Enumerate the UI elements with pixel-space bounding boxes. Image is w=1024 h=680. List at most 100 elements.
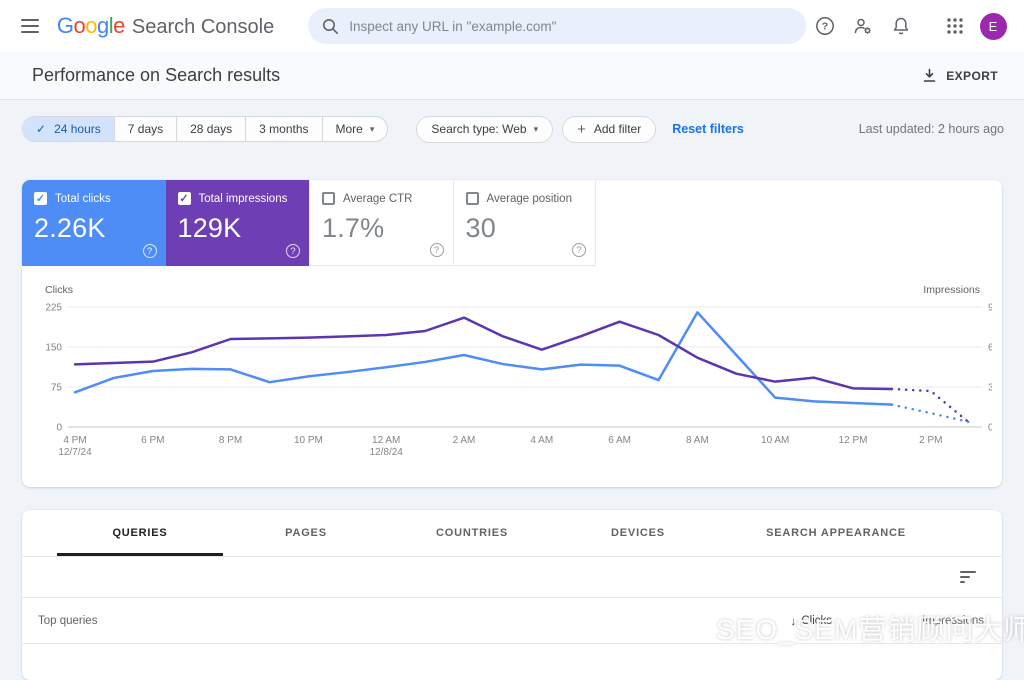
performance-summary-panel: ✓ Total clicks 2.26K ? ✓ Total impressio… bbox=[22, 180, 1002, 487]
date-range-28-days[interactable]: 28 days bbox=[177, 117, 247, 141]
date-range-more[interactable]: More ▾ bbox=[323, 117, 388, 141]
google-logo: Google bbox=[56, 13, 126, 38]
help-icon[interactable]: ? bbox=[429, 243, 444, 257]
tab-search-appearance[interactable]: SEARCH APPEARANCE bbox=[721, 510, 951, 556]
checkbox-icon[interactable] bbox=[465, 192, 479, 205]
metric-label: Average position bbox=[486, 192, 572, 205]
metric-cards: ✓ Total clicks 2.26K ? ✓ Total impressio… bbox=[22, 180, 1002, 266]
svg-text:0: 0 bbox=[56, 423, 62, 434]
chevron-down-icon: ▾ bbox=[533, 123, 539, 134]
date-range-24-hours[interactable]: ✓ 24 hours bbox=[23, 117, 115, 141]
svg-text:3K: 3K bbox=[988, 383, 992, 394]
svg-text:4 PM: 4 PM bbox=[63, 435, 86, 446]
tab-pages[interactable]: PAGES bbox=[223, 510, 389, 556]
chevron-down-icon: ▾ bbox=[369, 123, 375, 134]
svg-text:Impressions: Impressions bbox=[923, 284, 980, 296]
svg-text:6 PM: 6 PM bbox=[141, 435, 164, 446]
metric-card-average-position[interactable]: Average position 30 ? bbox=[452, 180, 596, 266]
svg-text:2 PM: 2 PM bbox=[919, 435, 942, 446]
metric-card-average-ctr[interactable]: Average CTR 1.7% ? bbox=[309, 180, 453, 266]
metric-value: 2.26K bbox=[34, 213, 106, 243]
svg-text:150: 150 bbox=[45, 343, 62, 354]
help-icon: ? bbox=[816, 17, 834, 35]
help-icon[interactable]: ? bbox=[142, 244, 157, 258]
dimensions-panel: QUERIES PAGES COUNTRIES DEVICES SEARCH A… bbox=[22, 510, 1024, 680]
metric-card-total-clicks[interactable]: ✓ Total clicks 2.26K ? bbox=[22, 180, 166, 266]
checkbox-icon[interactable]: ✓ bbox=[177, 192, 191, 205]
search-input[interactable] bbox=[349, 18, 792, 34]
svg-text:9K: 9K bbox=[988, 303, 992, 314]
dimension-tabs: QUERIES PAGES COUNTRIES DEVICES SEARCH A… bbox=[22, 510, 1002, 557]
tab-devices[interactable]: DEVICES bbox=[555, 510, 721, 556]
account-avatar[interactable]: E bbox=[974, 7, 1012, 45]
help-icon[interactable]: ? bbox=[286, 244, 300, 258]
date-range-3-months[interactable]: 3 months bbox=[246, 117, 323, 141]
svg-text:75: 75 bbox=[51, 383, 63, 394]
url-inspect-searchbar[interactable] bbox=[308, 8, 806, 44]
date-range-group: ✓ 24 hours 7 days 28 days 3 months More … bbox=[22, 116, 389, 142]
bell-icon bbox=[893, 17, 909, 35]
column-clicks-sorted[interactable]: ↓ Clicks bbox=[790, 614, 832, 628]
date-range-7-days[interactable]: 7 days bbox=[115, 117, 178, 141]
svg-text:?: ? bbox=[822, 21, 828, 33]
svg-text:10 PM: 10 PM bbox=[294, 435, 323, 446]
svg-text:Clicks: Clicks bbox=[45, 284, 73, 296]
svg-text:10 AM: 10 AM bbox=[761, 435, 789, 446]
date-range-label: More bbox=[335, 122, 363, 136]
user-settings-button[interactable] bbox=[844, 7, 882, 45]
svg-text:4 AM: 4 AM bbox=[530, 435, 553, 446]
tab-countries[interactable]: COUNTRIES bbox=[389, 510, 555, 556]
metric-label: Total clicks bbox=[55, 192, 111, 205]
plus-icon: + bbox=[577, 120, 586, 138]
add-filter-button[interactable]: + Add filter bbox=[562, 115, 657, 143]
table-header: Top queries ↓ Clicks Impressions bbox=[22, 598, 1002, 644]
svg-text:12 AM: 12 AM bbox=[372, 435, 400, 446]
column-clicks-label: Clicks bbox=[801, 614, 832, 627]
column-impressions[interactable]: Impressions bbox=[877, 615, 1002, 627]
svg-text:0: 0 bbox=[988, 423, 992, 434]
filter-list-icon[interactable] bbox=[960, 571, 976, 583]
svg-text:6K: 6K bbox=[988, 343, 992, 354]
svg-text:225: 225 bbox=[45, 303, 62, 314]
metric-value: 1.7% bbox=[322, 213, 385, 243]
performance-chart[interactable]: 07515022503K6K9KClicksImpressions4 PM12/… bbox=[32, 280, 1001, 480]
svg-text:8 AM: 8 AM bbox=[686, 435, 709, 446]
export-button[interactable]: EXPORT bbox=[922, 68, 998, 83]
notifications-button[interactable] bbox=[882, 7, 920, 45]
top-app-bar: Google Search Console ? E bbox=[0, 0, 1024, 52]
svg-text:12 PM: 12 PM bbox=[839, 435, 868, 446]
add-filter-label: Add filter bbox=[593, 122, 642, 136]
search-type-label: Search type: Web bbox=[431, 122, 527, 136]
reset-filters-link[interactable]: Reset filters bbox=[672, 122, 744, 136]
metric-label: Total impressions bbox=[198, 192, 288, 205]
metric-value: 30 bbox=[465, 213, 496, 243]
checkbox-icon[interactable] bbox=[322, 192, 335, 205]
title-bar: Performance on Search results EXPORT bbox=[0, 52, 1024, 100]
svg-text:8 PM: 8 PM bbox=[219, 435, 242, 446]
download-icon bbox=[923, 68, 936, 82]
sort-descending-icon: ↓ bbox=[790, 613, 797, 628]
date-range-label: 28 days bbox=[190, 122, 233, 136]
google-apps-button[interactable] bbox=[936, 7, 974, 45]
avatar: E bbox=[979, 12, 1007, 40]
check-icon: ✓ bbox=[36, 122, 47, 136]
help-button[interactable]: ? bbox=[806, 7, 844, 45]
table-filter-row bbox=[22, 557, 1002, 598]
user-settings-icon bbox=[854, 18, 871, 34]
tab-queries[interactable]: QUERIES bbox=[57, 510, 223, 556]
checkbox-icon[interactable]: ✓ bbox=[34, 192, 47, 205]
search-type-filter[interactable]: Search type: Web ▾ bbox=[416, 115, 554, 143]
date-range-label: 3 months bbox=[259, 122, 309, 136]
svg-text:6 AM: 6 AM bbox=[608, 435, 631, 446]
metric-card-total-impressions[interactable]: ✓ Total impressions 129K ? bbox=[165, 180, 309, 266]
metric-label: Average CTR bbox=[343, 192, 413, 205]
apps-grid-icon bbox=[947, 18, 963, 34]
help-icon[interactable]: ? bbox=[572, 243, 586, 257]
page-title: Performance on Search results bbox=[32, 65, 281, 85]
hamburger-menu-icon[interactable] bbox=[12, 7, 49, 45]
product-logo: Google Search Console bbox=[57, 13, 274, 39]
filter-toolbar: ✓ 24 hours 7 days 28 days 3 months More … bbox=[0, 100, 1024, 158]
column-top-queries[interactable]: Top queries bbox=[38, 615, 97, 627]
last-updated-text: Last updated: 2 hours ago bbox=[858, 122, 1004, 136]
metric-value: 129K bbox=[177, 213, 242, 243]
